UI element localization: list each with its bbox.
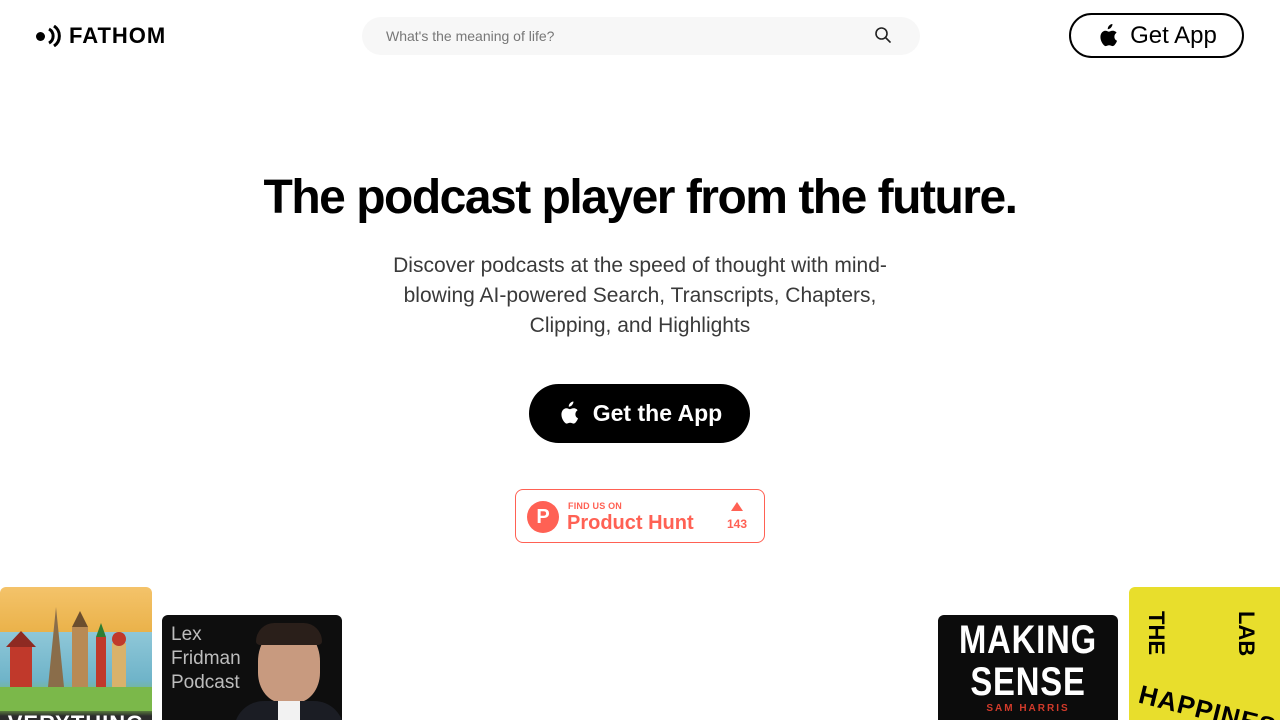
get-app-header-label: Get App bbox=[1130, 21, 1217, 49]
cover-lex-line1: Lex bbox=[171, 624, 202, 645]
search-icon[interactable] bbox=[874, 26, 892, 44]
fathom-sound-icon bbox=[36, 25, 61, 47]
get-the-app-button[interactable]: Get the App bbox=[529, 384, 750, 443]
cover-everything-text: VERYTHING bbox=[0, 711, 152, 720]
apple-icon bbox=[557, 401, 579, 426]
cover-happiness-the: THE bbox=[1144, 611, 1169, 655]
podcast-cover-happiness-lab[interactable]: THE LAB HAPPINES bbox=[1129, 587, 1280, 720]
product-hunt-badge[interactable]: P FIND US ON Product Hunt 143 bbox=[515, 489, 765, 543]
site-header: FATHOM Get App bbox=[0, 0, 1280, 72]
podcast-cover-lex-fridman[interactable]: Lex Fridman Podcast bbox=[162, 615, 342, 720]
product-hunt-kicker: FIND US ON bbox=[568, 501, 623, 511]
cover-happiness-word: HAPPINES bbox=[1135, 679, 1280, 720]
fathom-logo[interactable]: FATHOM bbox=[36, 23, 167, 48]
cover-lex-line3: Podcast bbox=[171, 672, 240, 693]
cover-happiness-lab: LAB bbox=[1234, 611, 1259, 657]
search-input[interactable] bbox=[386, 17, 866, 55]
logo-text: FATHOM bbox=[69, 23, 167, 48]
cover-making-sense-author: SAM HARRIS bbox=[986, 703, 1070, 714]
get-the-app-label: Get the App bbox=[592, 400, 723, 426]
product-hunt-votes: 143 bbox=[720, 500, 754, 533]
cover-lex-line2: Fridman bbox=[171, 648, 241, 669]
upvote-arrow-icon bbox=[731, 502, 743, 511]
podcast-cover-making-sense[interactable]: MAKING SENSE SAM HARRIS bbox=[938, 615, 1118, 720]
cover-lex-title: Lex Fridman Podcast bbox=[171, 623, 241, 695]
get-app-header-button[interactable]: Get App bbox=[1069, 13, 1244, 58]
product-hunt-name: Product Hunt bbox=[567, 512, 694, 534]
hero-subtitle: Discover podcasts at the speed of though… bbox=[393, 254, 887, 337]
cover-making-sense-title: MAKING SENSE bbox=[959, 618, 1097, 704]
apple-icon bbox=[1096, 23, 1118, 48]
host-shirt bbox=[278, 701, 300, 720]
landmarks-illustration bbox=[0, 607, 152, 711]
product-hunt-logo-icon: P bbox=[527, 501, 559, 533]
podcast-cover-everything[interactable]: VERYTHING bbox=[0, 587, 152, 720]
search-bar[interactable] bbox=[362, 17, 920, 55]
host-hair bbox=[256, 623, 322, 645]
upvote-count: 143 bbox=[726, 517, 748, 531]
hero-title: The podcast player from the future. bbox=[263, 171, 1018, 224]
